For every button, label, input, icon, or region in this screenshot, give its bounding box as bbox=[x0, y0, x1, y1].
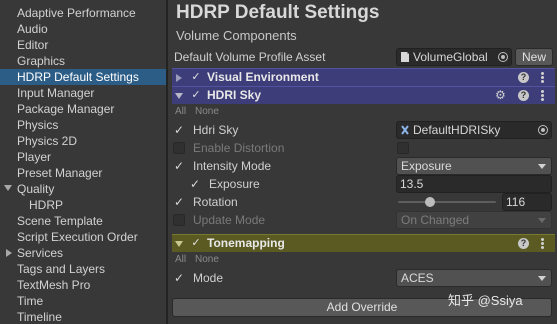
hdri-sky-object-field[interactable]: DefaultHDRISky bbox=[396, 121, 552, 139]
select-all-link[interactable]: All bbox=[175, 254, 186, 265]
collapse-arrow-icon[interactable] bbox=[176, 74, 182, 82]
sidebar-item-physics[interactable]: Physics bbox=[0, 117, 166, 133]
update-mode-dropdown[interactable]: On Changed bbox=[396, 211, 552, 229]
mode-override-checkbox[interactable]: ✓ bbox=[173, 272, 185, 284]
tonemapping-header[interactable]: ✓ Tonemapping ? bbox=[172, 234, 555, 252]
help-icon[interactable]: ? bbox=[518, 90, 529, 101]
help-icon[interactable]: ? bbox=[518, 238, 529, 249]
sidebar-item-time[interactable]: Time bbox=[0, 293, 166, 309]
asset-file-icon bbox=[401, 52, 409, 62]
hdri-sky-label: Hdri Sky bbox=[193, 123, 239, 137]
hdri-sky-header[interactable]: ✓ HDRI Sky ⚙ ? bbox=[172, 86, 555, 104]
new-button[interactable]: New bbox=[515, 48, 553, 66]
enable-distortion-label: Enable Distortion bbox=[193, 141, 285, 155]
tonemapping-mode-dropdown[interactable]: ACES bbox=[396, 269, 552, 287]
rotation-slider-thumb[interactable] bbox=[424, 197, 435, 207]
more-options-icon[interactable] bbox=[540, 90, 544, 102]
component-title: HDRI Sky bbox=[207, 88, 262, 102]
tonemapping-enable-checkbox[interactable]: ✓ bbox=[190, 237, 202, 249]
mode-value: ACES bbox=[401, 271, 434, 285]
select-none-link[interactable]: None bbox=[195, 254, 219, 265]
sidebar-item-label: Quality bbox=[17, 182, 55, 196]
settings-main-panel: HDRP Default Settings Volume Components … bbox=[168, 0, 557, 324]
hdri-sky-enable-checkbox[interactable]: ✓ bbox=[190, 89, 202, 101]
expand-arrow-icon[interactable] bbox=[175, 93, 183, 99]
sidebar-item-services[interactable]: Services bbox=[0, 245, 166, 261]
intensity-mode-override-checkbox[interactable]: ✓ bbox=[173, 160, 185, 172]
object-picker-icon[interactable] bbox=[498, 52, 508, 62]
mode-label: Mode bbox=[193, 271, 224, 285]
intensity-mode-dropdown[interactable]: Exposure bbox=[396, 157, 552, 175]
profile-label: Default Volume Profile Asset bbox=[174, 50, 326, 64]
select-none-link[interactable]: None bbox=[195, 106, 219, 117]
more-options-icon[interactable] bbox=[540, 238, 544, 250]
more-options-icon[interactable] bbox=[540, 72, 544, 84]
sidebar-item-editor[interactable]: Editor bbox=[0, 37, 166, 53]
sidebar-item-adaptive-performance[interactable]: Adaptive Performance bbox=[0, 5, 166, 21]
intensity-mode-label: Intensity Mode bbox=[193, 159, 272, 173]
section-title: Volume Components bbox=[176, 28, 297, 43]
component-title: Tonemapping bbox=[207, 236, 285, 250]
help-icon[interactable]: ? bbox=[518, 72, 529, 83]
sidebar-item-input-manager[interactable]: Input Manager bbox=[0, 85, 166, 101]
enable-distortion-override-checkbox[interactable] bbox=[173, 142, 185, 154]
enable-distortion-checkbox[interactable] bbox=[397, 142, 409, 154]
select-all-link[interactable]: All bbox=[175, 106, 186, 117]
expand-arrow-icon[interactable] bbox=[4, 185, 12, 191]
sidebar-item-package-manager[interactable]: Package Manager bbox=[0, 101, 166, 117]
collapse-arrow-icon[interactable] bbox=[6, 249, 12, 257]
exposure-override-checkbox[interactable]: ✓ bbox=[189, 178, 201, 190]
hdri-sky-override-checkbox[interactable]: ✓ bbox=[173, 124, 185, 136]
visual-environment-enable-checkbox[interactable]: ✓ bbox=[190, 71, 202, 83]
visual-environment-header[interactable]: ✓ Visual Environment ? bbox=[172, 68, 555, 86]
profile-value: VolumeGlobal bbox=[413, 50, 488, 64]
update-mode-value: On Changed bbox=[401, 213, 470, 227]
update-mode-label: Update Mode bbox=[193, 213, 266, 227]
chevron-down-icon bbox=[538, 164, 546, 169]
sidebar-item-preset-manager[interactable]: Preset Manager bbox=[0, 165, 166, 181]
chevron-down-icon bbox=[538, 218, 546, 223]
exposure-field[interactable]: 13.5 bbox=[396, 175, 552, 193]
exposure-label: Exposure bbox=[209, 177, 260, 191]
intensity-mode-value: Exposure bbox=[401, 159, 452, 173]
sidebar-item-hdrp[interactable]: HDRP bbox=[0, 197, 166, 213]
expand-arrow-icon[interactable] bbox=[175, 241, 183, 247]
sidebar-item-quality[interactable]: Quality bbox=[0, 181, 166, 197]
page-title: HDRP Default Settings bbox=[176, 2, 380, 23]
sidebar-item-graphics[interactable]: Graphics bbox=[0, 53, 166, 69]
sidebar-item-tags-and-layers[interactable]: Tags and Layers bbox=[0, 261, 166, 277]
hdri-sky-value: DefaultHDRISky bbox=[413, 123, 501, 137]
object-picker-icon[interactable] bbox=[538, 125, 548, 135]
sidebar-item-textmesh-pro[interactable]: TextMesh Pro bbox=[0, 277, 166, 293]
sidebar-item-label: Services bbox=[17, 246, 64, 260]
profile-object-field[interactable]: VolumeGlobal bbox=[396, 48, 512, 66]
rotation-override-checkbox[interactable]: ✓ bbox=[173, 196, 185, 208]
watermark-text: 知乎 @Ssiya bbox=[448, 293, 523, 308]
sidebar-item-timeline[interactable]: Timeline bbox=[0, 309, 166, 324]
cubemap-icon bbox=[401, 125, 409, 135]
sidebar-item-physics-2d[interactable]: Physics 2D bbox=[0, 133, 166, 149]
component-title: Visual Environment bbox=[207, 70, 319, 84]
sidebar-item-audio[interactable]: Audio bbox=[0, 21, 166, 37]
chevron-down-icon bbox=[538, 276, 546, 281]
sidebar-item-scene-template[interactable]: Scene Template bbox=[0, 213, 166, 229]
update-mode-override-checkbox[interactable] bbox=[173, 214, 185, 226]
settings-sidebar: Adaptive Performance Audio Editor Graphi… bbox=[0, 0, 166, 324]
advanced-settings-gear-icon[interactable]: ⚙ bbox=[495, 89, 508, 101]
rotation-label: Rotation bbox=[193, 195, 238, 209]
rotation-slider-track[interactable] bbox=[398, 201, 496, 203]
rotation-field[interactable]: 116 bbox=[502, 193, 552, 211]
sidebar-item-script-execution-order[interactable]: Script Execution Order bbox=[0, 229, 166, 245]
sidebar-item-hdrp-default-settings[interactable]: HDRP Default Settings bbox=[0, 69, 166, 85]
sidebar-item-player[interactable]: Player bbox=[0, 149, 166, 165]
